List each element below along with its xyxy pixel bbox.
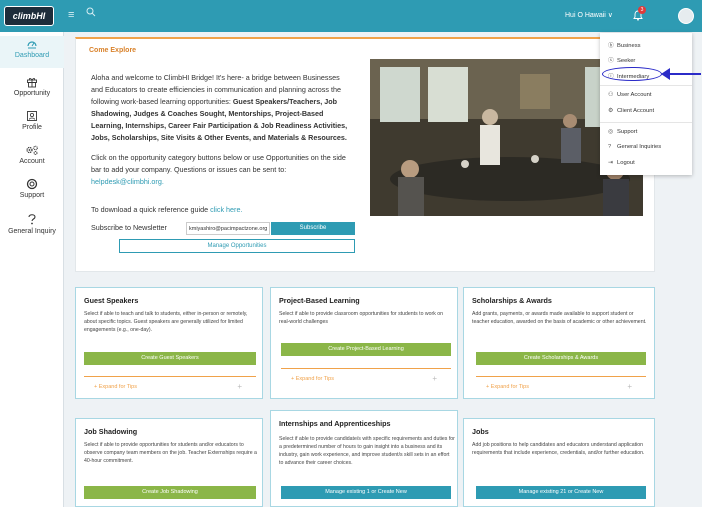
dashboard-icon	[27, 41, 37, 49]
welcome-text: Aloha and welcome to ClimbHI Bridge! It'…	[91, 72, 351, 144]
menu-item-support[interactable]: ◎ Support	[608, 129, 637, 135]
gears-icon	[26, 145, 38, 155]
menu-item-seeker[interactable]: ⓢ Seeker	[608, 55, 635, 64]
climbhi-logo[interactable]: climbHI	[4, 6, 54, 26]
annotation-highlight-circle	[602, 67, 662, 81]
sidebar-item-label: Account	[19, 158, 45, 165]
create-guest-speakers-button[interactable]: Create Guest Speakers	[84, 352, 256, 365]
plus-icon: +	[627, 382, 632, 391]
support-icon	[26, 178, 38, 190]
card-description: Select if able to provide classroom oppo…	[279, 311, 444, 325]
guide-label: To download a quick reference guide	[91, 205, 209, 214]
plus-icon: +	[432, 374, 437, 383]
business-icon: ⓑ	[608, 43, 614, 49]
sidebar-item-label: Dashboard	[14, 52, 50, 59]
menu-item-user-account[interactable]: ⚇ User Account	[608, 92, 651, 98]
profile-icon	[27, 111, 37, 121]
scholarships-awards-card: Scholarships & Awards Add grants, paymen…	[463, 287, 655, 399]
manage-opportunities-button[interactable]: Manage Opportunities	[119, 239, 355, 253]
create-job-shadowing-button[interactable]: Create Job Shadowing	[84, 486, 256, 499]
menu-item-label: Support	[617, 129, 638, 135]
manage-internships-button[interactable]: Manage existing 1 or Create New	[281, 486, 451, 499]
sidebar-item-label: General Inquiry	[8, 228, 56, 235]
logout-icon: ⇥	[608, 160, 613, 166]
question-icon	[28, 214, 36, 225]
menu-item-client-account[interactable]: ⚙ Client Account	[608, 108, 654, 114]
card-title: Jobs	[472, 427, 489, 436]
expand-tips-label: + Expand for Tips	[94, 384, 137, 390]
menu-item-logout[interactable]: ⇥ Logout	[608, 160, 635, 166]
instructions: Click on the opportunity category button…	[91, 153, 346, 174]
instructions-text: Click on the opportunity category button…	[91, 152, 351, 188]
menu-item-business[interactable]: ⓑ Business	[608, 40, 641, 49]
menu-item-label: Logout	[617, 160, 635, 166]
avatar[interactable]	[678, 8, 694, 24]
sidebar-item-label: Profile	[22, 124, 42, 131]
account-dropdown-menu: ⓑ Business ⓢ Seeker ⓘ Intermediary ⚇ User Ac…	[600, 33, 692, 175]
card-description: Select if able to provide opportunities …	[84, 442, 257, 464]
sidebar-item-dashboard[interactable]: Dashboard	[0, 36, 64, 68]
menu-item-label: Seeker	[617, 58, 636, 64]
expand-tips-toggle[interactable]: + Expand for Tips +	[281, 368, 451, 386]
menu-item-label: Client Account	[617, 108, 655, 114]
expand-tips-toggle[interactable]: + Expand for Tips +	[84, 376, 256, 394]
menu-item-label: General Inquiries	[617, 144, 662, 150]
search-icon[interactable]	[86, 7, 96, 17]
newsletter-label: Subscribe to Newsletter	[91, 223, 167, 232]
card-title: Project-Based Learning	[279, 296, 360, 305]
expand-tips-toggle[interactable]: + Expand for Tips +	[476, 376, 646, 394]
internships-apprenticeships-card: Internships and Apprenticeships Select i…	[270, 410, 458, 507]
card-description: Select if able to provide candidate/s wi…	[279, 436, 455, 466]
client-account-icon: ⚙	[608, 108, 614, 114]
create-project-based-learning-button[interactable]: Create Project-Based Learning	[281, 343, 451, 356]
sidebar-item-profile[interactable]: Profile	[0, 110, 64, 131]
jobs-card: Jobs Add job positions to help candidate…	[463, 418, 655, 507]
create-scholarships-awards-button[interactable]: Create Scholarships & Awards	[476, 352, 646, 365]
notification-badge: 3	[638, 6, 646, 14]
user-account-icon: ⚇	[608, 92, 614, 98]
job-shadowing-card: Job Shadowing Select if able to provide …	[75, 418, 263, 507]
card-description: Add grants, payments, or awards made ava…	[472, 311, 647, 325]
guide-link[interactable]: click here.	[210, 205, 242, 214]
menu-item-label: Business	[617, 43, 641, 49]
expand-tips-label: + Expand for Tips	[291, 376, 334, 382]
top-bar: climbHI ≡ Hui O Hawaii ∨ 3	[0, 0, 702, 32]
menu-divider	[600, 85, 692, 86]
support-icon: ◎	[608, 129, 614, 135]
sidebar-item-support[interactable]: Support	[0, 178, 64, 199]
card-description: Add job positions to help candidates and…	[472, 442, 645, 456]
expand-tips-label: + Expand for Tips	[486, 384, 529, 390]
card-title: Job Shadowing	[84, 427, 138, 436]
menu-item-label: User Account	[617, 92, 652, 98]
gift-icon	[27, 78, 37, 88]
sidebar-item-label: Support	[19, 192, 45, 199]
menu-icon[interactable]: ≡	[68, 9, 74, 21]
helpdesk-email-link[interactable]: helpdesk@climbhi.org.	[91, 177, 164, 186]
project-based-learning-card: Project-Based Learning Select if able to…	[270, 287, 458, 399]
menu-divider	[600, 122, 692, 123]
sidebar: Dashboard Opportunity Profile Account Su…	[0, 32, 64, 507]
sidebar-item-general-inquiry[interactable]: General Inquiry	[0, 212, 64, 235]
question-icon: ?	[608, 144, 612, 150]
seeker-icon: ⓢ	[608, 58, 614, 64]
card-title: Internships and Apprenticeships	[279, 419, 391, 428]
subscribe-button[interactable]: Subscribe	[271, 222, 355, 235]
guide-text: To download a quick reference guide clic…	[91, 204, 351, 216]
newsletter-email-input[interactable]: kmiyashiro@pacimpactzone.org	[186, 222, 270, 235]
plus-icon: +	[237, 382, 242, 391]
panel-title: Come Explore	[89, 47, 137, 54]
user-menu[interactable]: Hui O Hawaii ∨	[565, 11, 613, 19]
come-explore-panel: Come Explore Aloha and welcome to ClimbH…	[75, 37, 655, 272]
guest-speakers-card: Guest Speakers Select if able to teach a…	[75, 287, 263, 399]
card-description: Select if able to teach and talk to stud…	[84, 311, 248, 333]
menu-item-general-inquiries[interactable]: ? General Inquiries	[608, 144, 661, 150]
sidebar-item-opportunity[interactable]: Opportunity	[0, 76, 64, 97]
card-title: Scholarships & Awards	[472, 296, 552, 305]
sidebar-item-label: Opportunity	[13, 90, 51, 97]
card-title: Guest Speakers	[84, 296, 139, 305]
sidebar-item-account[interactable]: Account	[0, 144, 64, 165]
annotation-arrow-icon	[661, 68, 701, 80]
manage-jobs-button[interactable]: Manage existing 21 or Create New	[476, 486, 646, 499]
